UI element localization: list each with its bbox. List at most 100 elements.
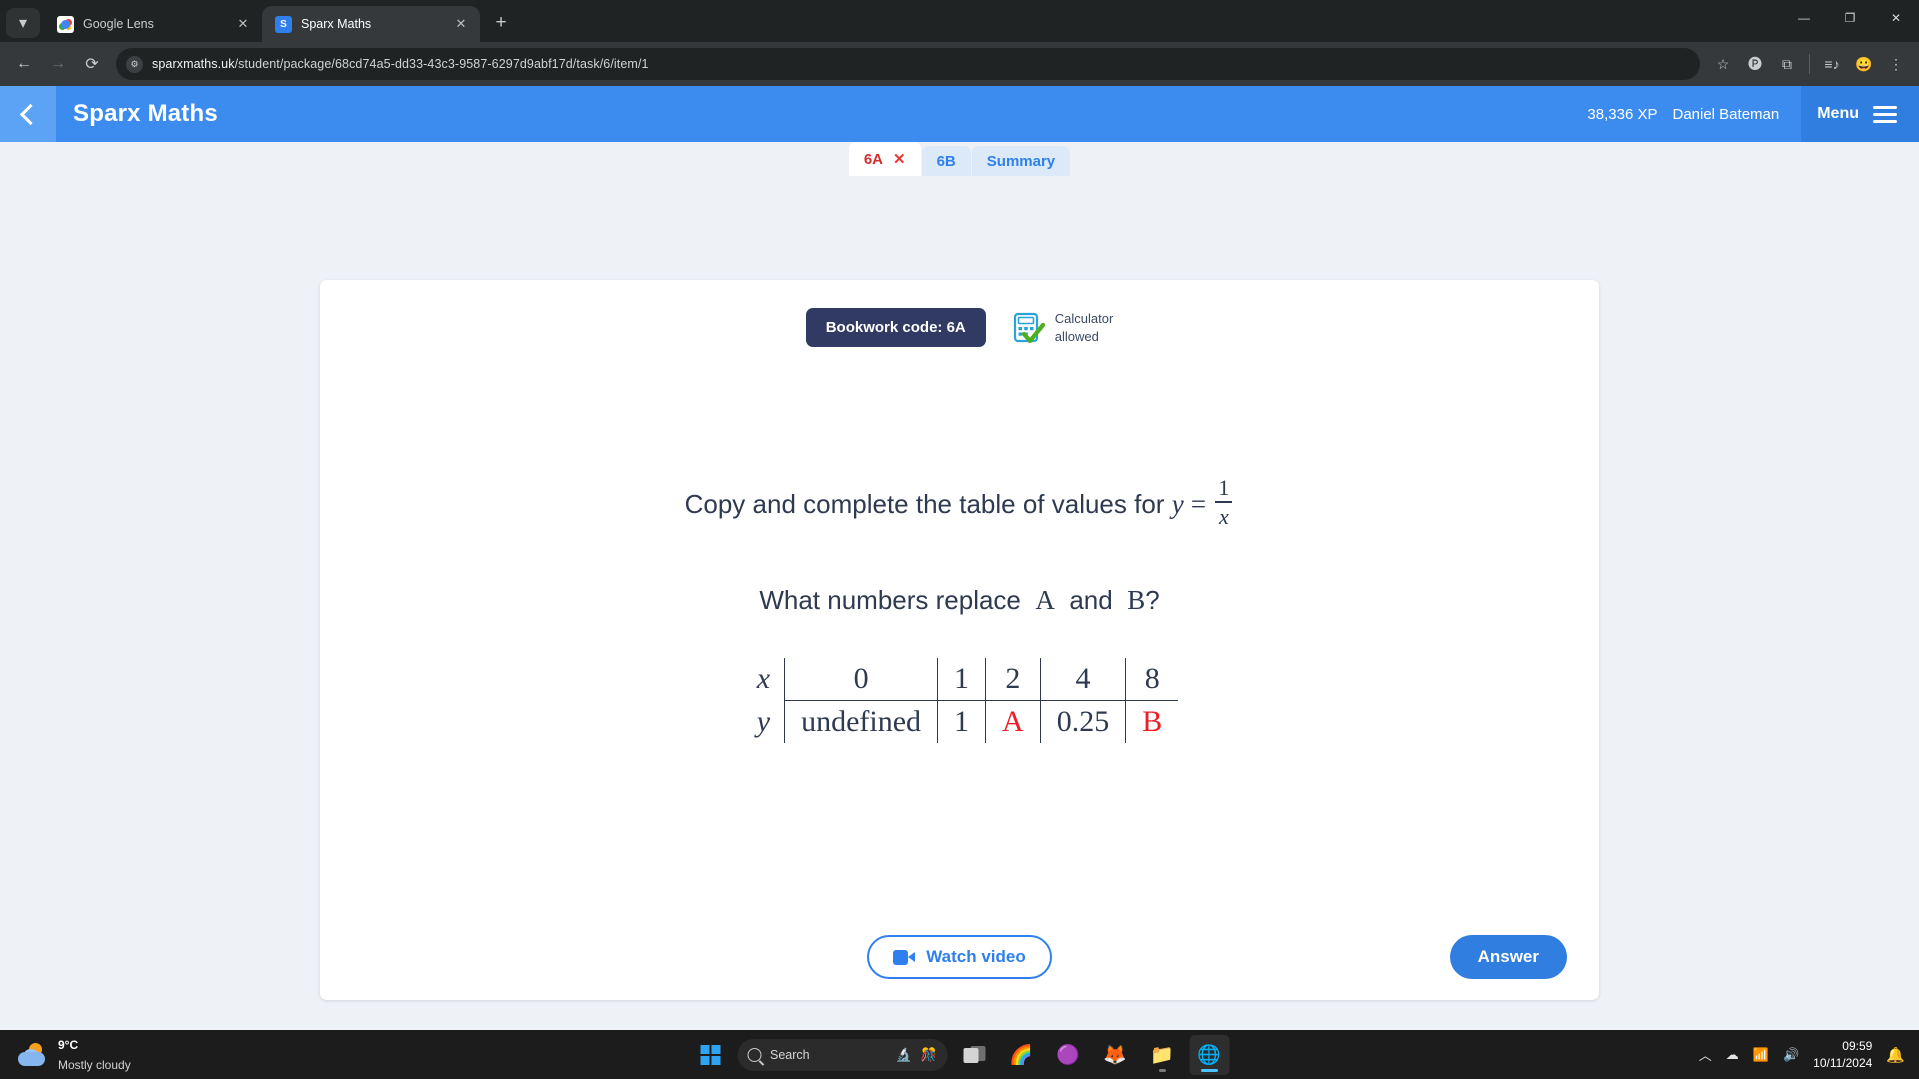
tab-6a[interactable]: 6A ✕ [848,142,921,176]
google-lens-icon [57,15,74,33]
search-placeholder: Search [770,1047,810,1062]
close-window-icon[interactable]: ✕ [1873,0,1919,36]
file-explorer-icon: 📁 [1150,1044,1174,1066]
browser-window: ▾ Google Lens ✕ S Sparx Maths ✕ + — ❐ ✕ … [0,0,1919,1030]
volume-icon[interactable]: 🔊 [1783,1047,1799,1063]
toolbar-divider [1809,54,1810,74]
show-hidden-icons-chevron[interactable]: ︿ [1699,1045,1712,1064]
tab-6a-incorrect-icon: ✕ [893,151,906,168]
calculator-line-1: Calculator [1054,310,1114,326]
table-row-x: x 0 1 2 4 8 [740,657,1179,701]
bookmark-star-icon[interactable]: ☆ [1708,49,1738,79]
sparx-icon: S [275,15,292,33]
taskbar-search[interactable]: Search 🔬 🎊 [737,1038,947,1071]
firefox-icon: 🦊 [1103,1044,1127,1066]
page-viewport: Sparx Maths 38,336 XP Daniel Bateman Men… [0,86,1919,1030]
browser-tab-google-lens[interactable]: Google Lens ✕ [44,6,262,42]
copilot-button[interactable]: 🌈 [1001,1035,1041,1075]
search-icon [747,1047,761,1062]
xp-total: 38,336 XP [1587,105,1658,123]
firefox-button[interactable]: 🦊 [1095,1035,1135,1075]
microscope-icon[interactable]: 🔬 [896,1047,912,1063]
cell-x-3: 4 [1039,657,1126,701]
close-tab-icon[interactable]: ✕ [452,15,470,33]
tab-6b-label: 6B [936,152,956,170]
unknown-b-label: B [1127,584,1146,615]
windows-taskbar: 9°C Mostly cloudy Search 🔬 🎊 🌈 🟣 🦊 📁 🌐 ︿… [0,1030,1919,1079]
url-path: /student/package/68cd74a5-dd33-43c3-9587… [234,57,649,71]
video-camera-icon [893,949,916,965]
question-line-1: Copy and complete the table of values fo… [684,475,1235,531]
url-host: sparxmaths.uk [152,57,235,71]
row-label-x: x [740,657,786,701]
minimize-icon[interactable]: — [1781,0,1827,36]
new-tab-button[interactable]: + [486,8,516,38]
taskbar-clock[interactable]: 09:59 10/11/2024 [1813,1038,1872,1070]
media-playlist-icon[interactable]: ≡♪ [1817,49,1847,79]
reload-icon[interactable]: ⟳ [76,48,108,80]
fraction-numerator: 1 [1218,475,1230,500]
browser-tab-title: Google Lens [83,17,154,31]
confetti-icon[interactable]: 🎊 [921,1047,937,1063]
fraction-denominator: x [1219,503,1229,529]
chrome-button[interactable]: 🌐 [1189,1034,1229,1075]
menu-button[interactable]: Menu [1801,86,1919,142]
close-tab-icon[interactable]: ✕ [234,15,252,33]
calculator-icon [1012,311,1046,345]
question-text: Copy and complete the table of values fo… [684,489,1165,520]
unknown-a-label: A [1035,584,1055,615]
address-bar[interactable]: ⚙ sparxmaths.uk/student/package/68cd74a5… [116,48,1700,80]
task-view-button[interactable] [954,1035,994,1075]
wifi-icon[interactable]: 📶 [1753,1047,1769,1063]
cell-y-2-unknown-a: A [985,700,1041,743]
file-explorer-button[interactable]: 📁 [1142,1035,1182,1075]
watch-video-button[interactable]: Watch video [867,935,1052,979]
chevron-left-icon [19,103,42,125]
tab-6b[interactable]: 6B [921,146,971,176]
calculator-line-2: allowed [1054,328,1099,344]
cell-y-4-unknown-b: B [1125,700,1179,743]
variable-y: y [1171,489,1184,520]
cell-y-0: undefined [784,700,938,743]
hamburger-icon [1873,105,1897,123]
calculator-allowed: Calculator allowed [1012,310,1114,345]
partly-cloudy-icon [18,1042,48,1067]
chrome-menu-icon[interactable]: ⋮ [1881,49,1911,79]
fraction-bar [1215,501,1233,503]
browser-toolbar: ← → ⟳ ⚙ sparxmaths.uk/student/package/68… [0,42,1919,86]
copilot-icon: 🌈 [1009,1044,1033,1066]
card-header: Bookwork code: 6A Calculator allowed [320,280,1599,347]
active-indicator [1200,1068,1218,1072]
table-of-values: x 0 1 2 4 8 y undefined 1 A 0.25 B [740,657,1179,743]
forward-icon[interactable]: → [42,48,74,80]
onedrive-icon[interactable]: ☁ [1726,1047,1739,1063]
site-settings-icon[interactable]: ⚙ [126,55,143,73]
cell-x-4: 8 [1125,657,1179,701]
start-button[interactable] [690,1035,730,1075]
maximize-icon[interactable]: ❐ [1827,0,1873,36]
answer-button[interactable]: Answer [1449,935,1567,979]
tab-search-icon[interactable]: ▾ [6,8,40,38]
question-line-2-prefix: What numbers replace [759,584,1021,615]
tab-6a-label: 6A [863,150,884,168]
question-tabs: 6A ✕ 6B Summary [0,142,1919,176]
windows-logo-icon [700,1044,720,1065]
teams-button[interactable]: 🟣 [1048,1035,1088,1075]
browser-tab-sparx-maths[interactable]: S Sparx Maths ✕ [262,6,480,42]
cell-y-3: 0.25 [1039,700,1126,743]
google-chrome-icon: 🌐 [1197,1044,1221,1066]
pinterest-icon[interactable]: 🅟 [1740,49,1770,79]
back-icon[interactable]: ← [8,48,40,80]
extensions-icon[interactable]: ⧉ [1772,49,1802,79]
tab-summary[interactable]: Summary [971,146,1071,176]
weather-widget[interactable]: 9°C Mostly cloudy [0,1035,131,1075]
microsoft-teams-icon: 🟣 [1056,1044,1080,1066]
app-back-button[interactable] [0,86,56,142]
taskbar-center: Search 🔬 🎊 🌈 🟣 🦊 📁 🌐 [690,1034,1229,1075]
cell-x-0: 0 [784,657,938,701]
tab-strip: ▾ Google Lens ✕ S Sparx Maths ✕ + — ❐ ✕ [0,0,1919,42]
profile-avatar-icon[interactable]: 😀 [1849,49,1879,79]
notification-bell-icon[interactable]: 🔔 [1886,1046,1905,1064]
system-tray: ︿ ☁ 📶 🔊 09:59 10/11/2024 🔔 [1699,1038,1919,1070]
question-body: Copy and complete the table of values fo… [320,347,1599,914]
